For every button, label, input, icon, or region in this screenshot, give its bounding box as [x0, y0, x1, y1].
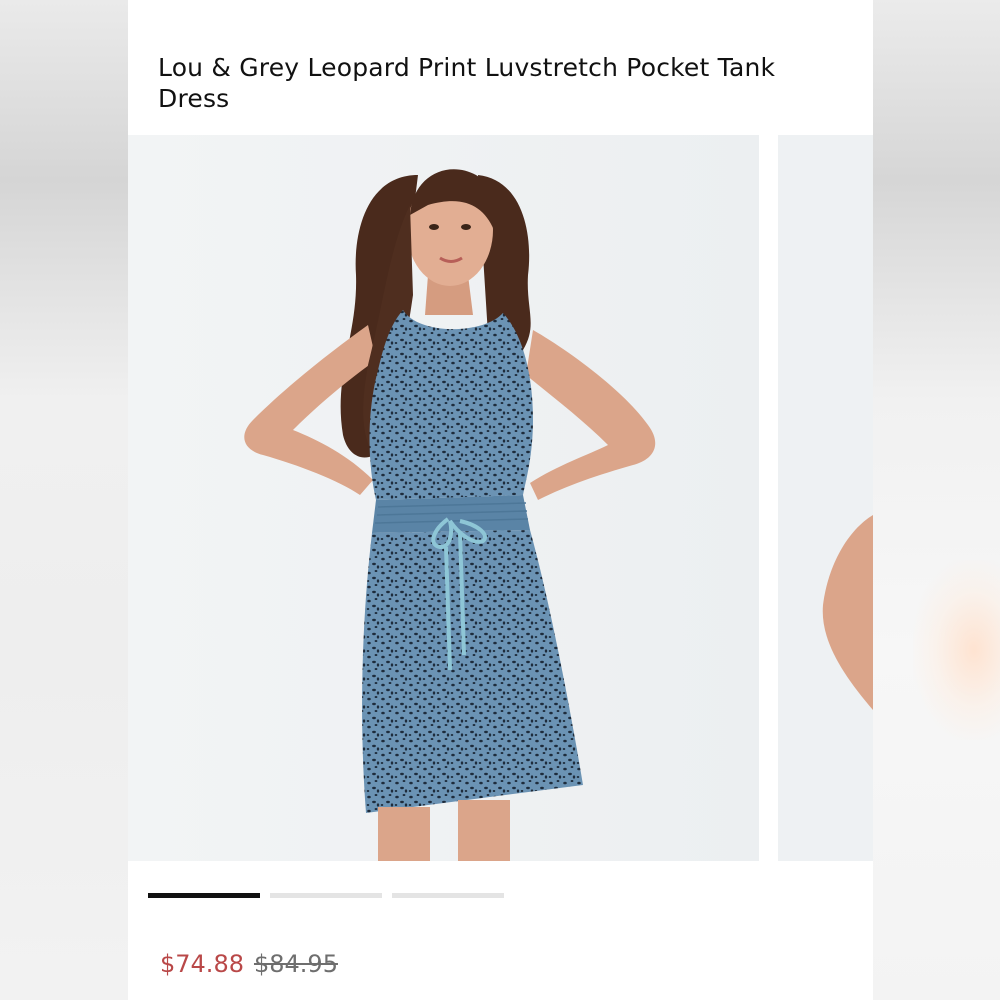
carousel-indicator-2[interactable]	[270, 893, 382, 898]
product-image-main[interactable]	[128, 135, 759, 861]
product-title: Lou & Grey Leopard Print Luvstretch Pock…	[158, 53, 776, 113]
sale-price: $74.88	[160, 950, 244, 978]
price-row: $74.88 $84.95	[160, 950, 338, 978]
background-right-blur	[873, 0, 1000, 1000]
background-skin-glow	[913, 560, 1000, 740]
product-card: Lou & Grey Leopard Print Luvstretch Pock…	[128, 0, 873, 1000]
image-carousel[interactable]	[128, 135, 873, 861]
next-photo-peek	[778, 135, 873, 861]
background-left-blur	[0, 0, 128, 1000]
carousel-indicator-3[interactable]	[392, 893, 504, 898]
original-price: $84.95	[253, 950, 338, 978]
carousel-indicators	[148, 893, 504, 899]
product-image-next[interactable]	[778, 135, 873, 861]
carousel-indicator-1[interactable]	[148, 893, 260, 898]
model-photo	[128, 135, 759, 861]
